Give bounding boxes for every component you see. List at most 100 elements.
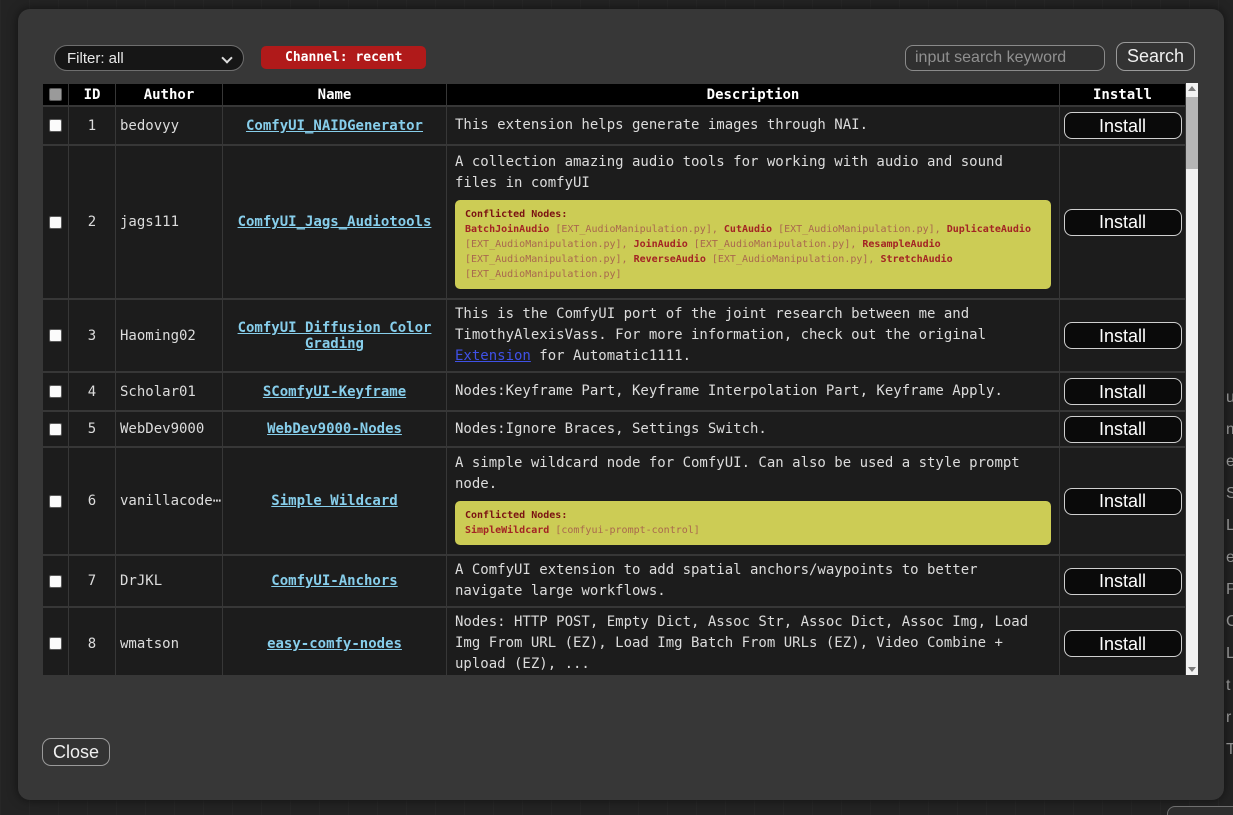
row-checkbox[interactable] — [49, 637, 62, 650]
search-button[interactable]: Search — [1116, 42, 1195, 71]
install-button[interactable]: Install — [1064, 322, 1182, 349]
conflict-node-name: SimpleWildcard — [465, 525, 549, 536]
row-id: 8 — [69, 608, 115, 675]
row-id: 5 — [69, 412, 115, 446]
conflict-node-source: [EXT_AudioManipulation.py] — [772, 224, 935, 235]
row-author: jags111 — [116, 146, 222, 298]
triangle-up-icon — [1188, 86, 1196, 91]
select-all-checkbox[interactable] — [49, 88, 62, 101]
install-button[interactable]: Install — [1064, 209, 1182, 236]
scrollbar-thumb[interactable] — [1186, 97, 1198, 169]
custom-nodes-manager-dialog: Filter: all Channel: recent Search ID Au… — [18, 9, 1224, 800]
conflict-node-source: [EXT_AudioManipulation.py] — [465, 254, 622, 265]
row-description: Nodes:Ignore Braces, Settings Switch. — [447, 412, 1059, 446]
channel-badge-button[interactable]: Channel: recent — [261, 46, 426, 69]
triangle-down-icon — [1188, 667, 1196, 672]
column-header-install: Install — [1060, 84, 1185, 105]
table-row: 7DrJKL ComfyUI-Anchors A ComfyUI extension… — [43, 556, 1185, 606]
extensions-table-wrapper: ID Author Name Description Install 1bedo… — [42, 82, 1186, 675]
row-id: 7 — [69, 556, 115, 606]
row-checkbox[interactable] — [49, 119, 62, 132]
row-id: 6 — [69, 448, 115, 554]
table-row: 2jags111 ComfyUI_Jags_Audiotools A collect… — [43, 146, 1185, 298]
table-scrollbar[interactable] — [1186, 83, 1198, 675]
conflict-node-name: BatchJoinAudio — [465, 224, 549, 235]
extension-name-link[interactable]: ComfyUI Diffusion Color Grading — [238, 320, 432, 352]
conflict-node-source: [EXT_AudioManipulation.py] — [465, 269, 622, 280]
table-row: 1bedovyy ComfyUI_NAIDGenerator This extens… — [43, 107, 1185, 144]
row-id: 1 — [69, 107, 115, 144]
install-button[interactable]: Install — [1064, 112, 1182, 139]
extension-name-link[interactable]: WebDev9000-Nodes — [267, 421, 402, 437]
conflict-node-name: CutAudio — [724, 224, 772, 235]
row-id: 3 — [69, 300, 115, 371]
row-description: This is the ComfyUI port of the joint re… — [447, 300, 1059, 371]
conflict-node-source: [EXT_AudioManipulation.py] — [688, 239, 851, 250]
column-header-name: Name — [223, 84, 446, 105]
conflict-node-name: DuplicateAudio — [947, 224, 1031, 235]
scrollbar-down-button[interactable] — [1186, 663, 1198, 675]
conflict-node-source: [EXT_AudioManipulation.py] — [706, 254, 869, 265]
conflicted-nodes-title: Conflicted Nodes: — [465, 508, 1041, 523]
extensions-table-body: 1bedovyy ComfyUI_NAIDGenerator This extens… — [43, 107, 1185, 675]
row-description: Nodes:Keyframe Part, Keyframe Interpolat… — [447, 373, 1059, 410]
row-checkbox[interactable] — [49, 423, 62, 436]
close-button[interactable]: Close — [42, 738, 110, 766]
install-button[interactable]: Install — [1064, 416, 1182, 443]
search-input[interactable] — [905, 45, 1105, 71]
row-author: Haoming02 — [116, 300, 222, 371]
extension-name-link[interactable]: Simple Wildcard — [271, 493, 397, 509]
row-id: 4 — [69, 373, 115, 410]
row-author: bedovyy — [116, 107, 222, 144]
row-id: 2 — [69, 146, 115, 298]
conflict-node-source: [comfyui-prompt-control] — [549, 525, 700, 536]
background-ui-text-fragments: u m e S L e P C L t r T — [1226, 382, 1233, 782]
conflicted-nodes-title: Conflicted Nodes: — [465, 207, 1041, 222]
column-header-id: ID — [69, 84, 115, 105]
filter-select[interactable]: Filter: all — [54, 45, 244, 71]
conflict-node-name: JoinAudio — [634, 239, 688, 250]
row-author: vanillacode⋯ — [116, 448, 222, 554]
column-header-author: Author — [116, 84, 222, 105]
row-description: A collection amazing audio tools for wor… — [447, 146, 1059, 298]
extension-name-link[interactable]: ComfyUI_NAIDGenerator — [246, 118, 423, 134]
row-description: A ComfyUI extension to add spatial ancho… — [447, 556, 1059, 606]
table-header-row: ID Author Name Description Install — [43, 84, 1185, 105]
row-checkbox[interactable] — [49, 216, 62, 229]
table-row: 5WebDev9000 WebDev9000-Nodes Nodes:Ignore … — [43, 412, 1185, 446]
table-row: 4Scholar01 SComfyUI-Keyframe Nodes:Keyfram… — [43, 373, 1185, 410]
conflict-node-source: [EXT_AudioManipulation.py] — [549, 224, 712, 235]
row-checkbox[interactable] — [49, 385, 62, 398]
extension-name-link[interactable]: ComfyUI_Jags_Audiotools — [238, 214, 432, 230]
install-button[interactable]: Install — [1064, 378, 1182, 405]
conflict-node-name: ResampleAudio — [862, 239, 940, 250]
extension-name-link[interactable]: easy-comfy-nodes — [267, 636, 402, 652]
description-inline-link[interactable]: Extension — [455, 348, 531, 364]
row-checkbox[interactable] — [49, 495, 62, 508]
row-checkbox[interactable] — [49, 575, 62, 588]
row-author: Scholar01 — [116, 373, 222, 410]
row-description: This extension helps generate images thr… — [447, 107, 1059, 144]
column-header-description: Description — [447, 84, 1059, 105]
background-panel-corner — [1167, 806, 1233, 815]
conflicted-nodes-warning: Conflicted Nodes: SimpleWildcard [comfyui… — [455, 501, 1051, 545]
install-button[interactable]: Install — [1064, 630, 1182, 657]
row-author: WebDev9000 — [116, 412, 222, 446]
scrollbar-up-button[interactable] — [1186, 83, 1198, 95]
extension-name-link[interactable]: SComfyUI-Keyframe — [263, 384, 406, 400]
conflicted-nodes-warning: Conflicted Nodes: BatchJoinAudio [EXT_Aud… — [455, 200, 1051, 289]
extensions-table: ID Author Name Description Install 1bedo… — [42, 82, 1186, 675]
table-row: 6vanillacode⋯ Simple Wildcard A simple wil… — [43, 448, 1185, 554]
table-row: 8wmatsoneasy-comfy-nodesNodes: HTTP POST… — [43, 608, 1185, 675]
row-description: A simple wildcard node for ComfyUI. Can … — [447, 448, 1059, 554]
row-author: wmatson — [116, 608, 222, 675]
table-row: 3Haoming02 ComfyUI Diffusion Color Gradin… — [43, 300, 1185, 371]
conflict-node-source: [EXT_AudioManipulation.py] — [465, 239, 622, 250]
row-checkbox[interactable] — [49, 329, 62, 342]
install-button[interactable]: Install — [1064, 568, 1182, 595]
conflict-node-name: StretchAudio — [880, 254, 952, 265]
conflict-node-name: ReverseAudio — [634, 254, 706, 265]
install-button[interactable]: Install — [1064, 488, 1182, 515]
row-author: DrJKL — [116, 556, 222, 606]
extension-name-link[interactable]: ComfyUI-Anchors — [271, 573, 397, 589]
